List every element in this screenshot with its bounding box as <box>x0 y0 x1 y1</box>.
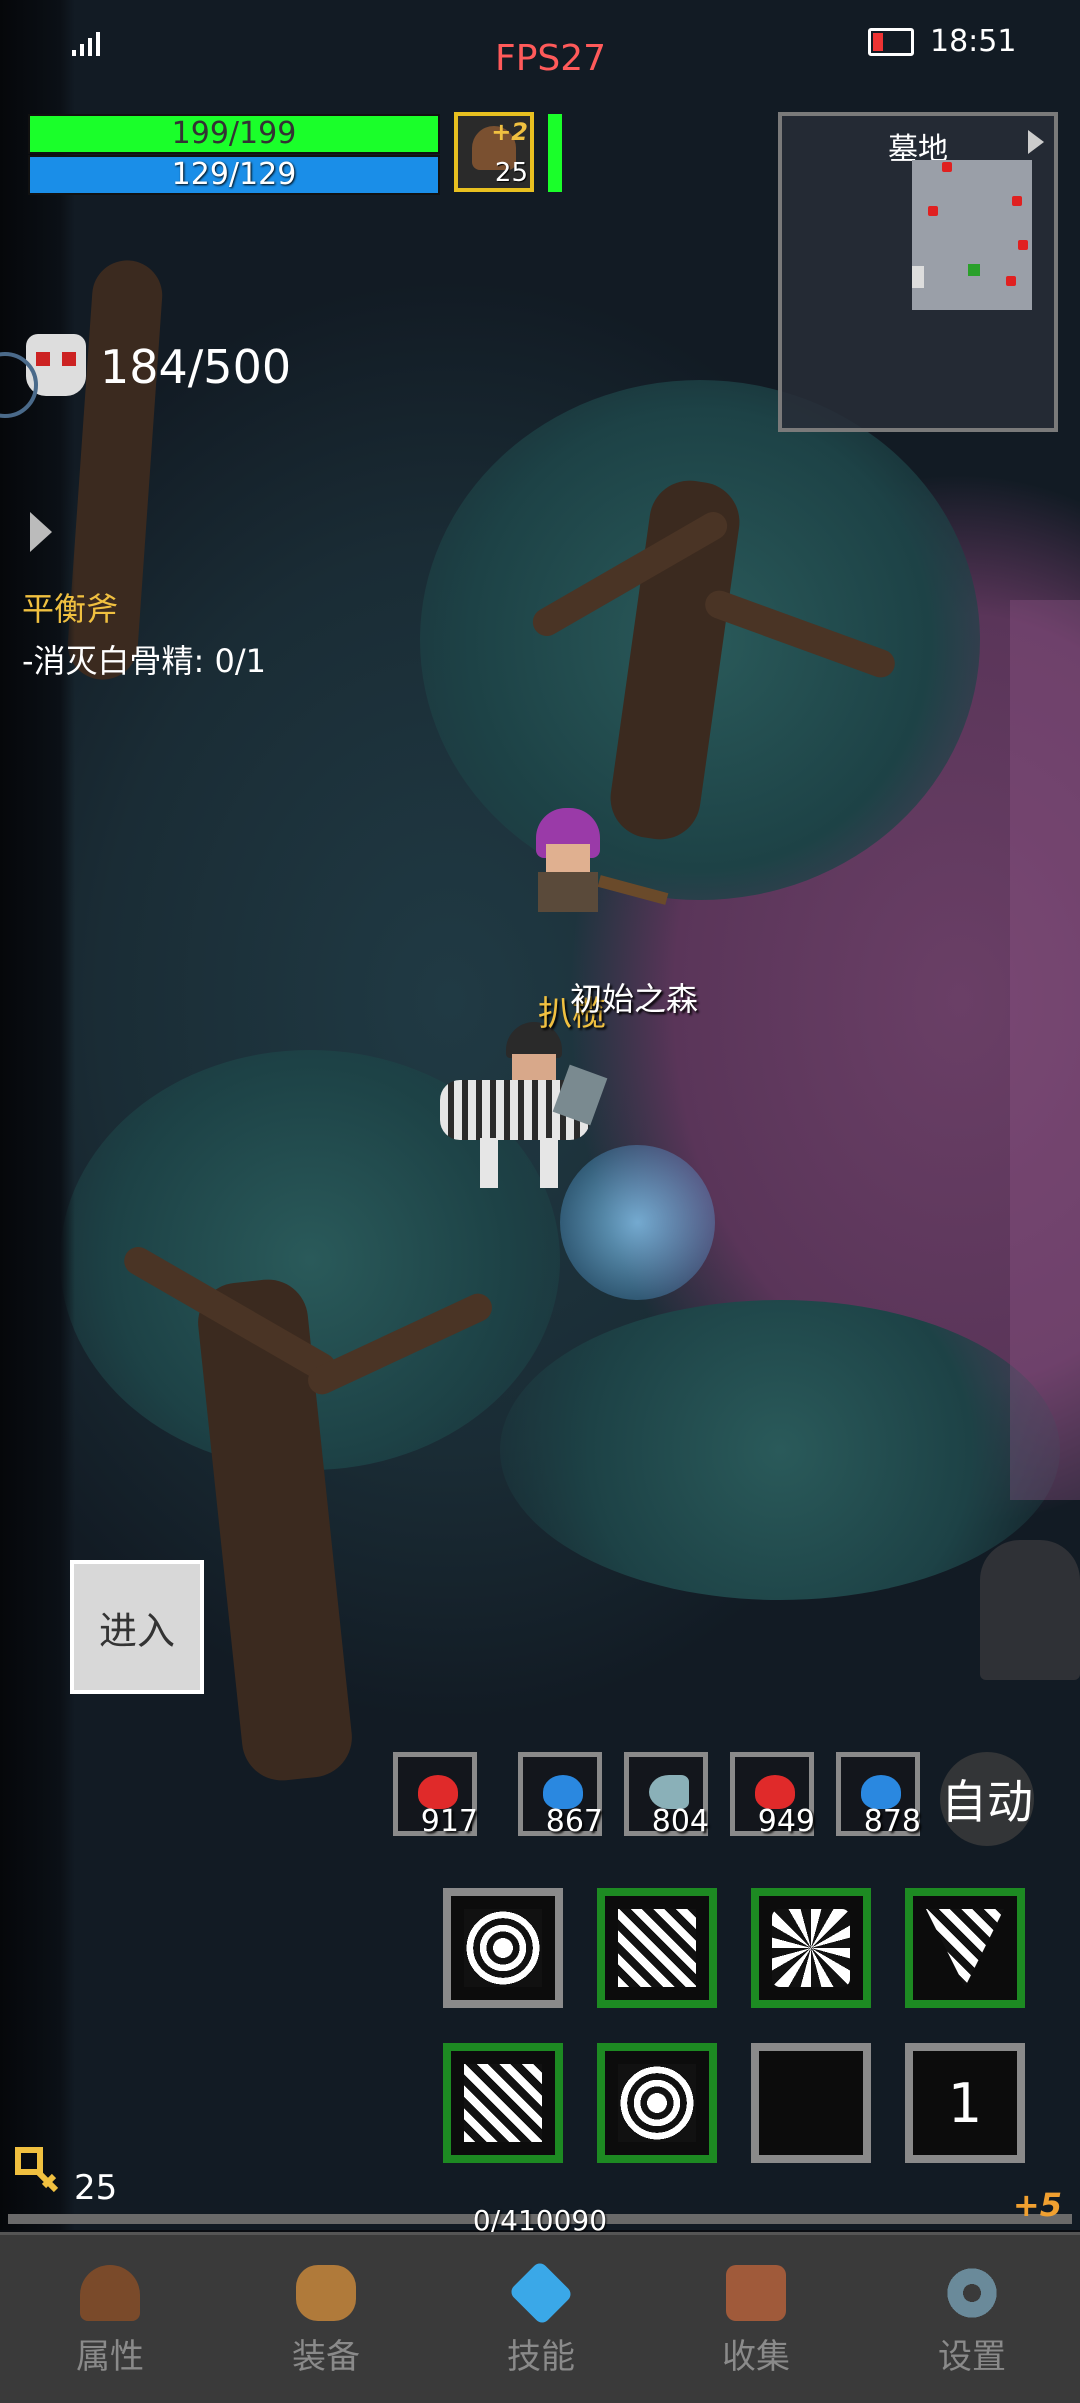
potion-slot-2[interactable]: 867 <box>518 1752 603 1839</box>
skill-slot-1[interactable] <box>443 1888 563 2008</box>
npc-character[interactable] <box>528 808 669 918</box>
skill-icon <box>464 1909 542 1987</box>
stamina-bar <box>548 114 562 192</box>
nav-attributes[interactable]: 属性 <box>2 2235 218 2403</box>
skill-slot-4[interactable] <box>905 1888 1025 2008</box>
clock: 18:51 <box>930 24 1017 59</box>
minimap-expand-icon[interactable] <box>1028 130 1044 154</box>
mp-bar: 129/129 <box>28 155 440 195</box>
zone-label: 初始之森 <box>570 980 699 1018</box>
enter-button-label: 进入 <box>98 1608 175 1653</box>
nav-settings[interactable]: 设置 <box>864 2235 1080 2403</box>
bag-icon <box>296 2265 356 2321</box>
book-icon <box>726 2265 786 2321</box>
battery-icon <box>868 28 914 56</box>
headstone <box>980 1540 1080 1680</box>
nav-skills[interactable]: 技能 <box>433 2235 649 2403</box>
potion-slot-1[interactable]: 917 <box>393 1752 478 1839</box>
nav-label: 设置 <box>938 2337 1006 2377</box>
kill-counter: 184/500 <box>100 340 292 394</box>
skill-icon <box>618 1909 696 1987</box>
auto-button-label: 自动 <box>941 1775 1033 1829</box>
player-portrait[interactable]: +2 25 <box>454 112 534 192</box>
skill-page-number: 1 <box>947 2071 983 2135</box>
nav-collection[interactable]: 收集 <box>648 2235 864 2403</box>
spell-effect <box>560 1145 715 1300</box>
skill-page-button[interactable]: 1 <box>905 2043 1025 2163</box>
skill-slot-2[interactable] <box>597 1888 717 2008</box>
crystal-icon <box>508 2260 574 2326</box>
nav-label: 技能 <box>507 2337 575 2377</box>
potion-count: 949 <box>757 1804 815 1839</box>
potion-slot-4[interactable]: 949 <box>730 1752 815 1839</box>
minimap[interactable]: 墓地 <box>778 112 1058 432</box>
nav-label: 属性 <box>76 2337 144 2377</box>
hp-value: 199/199 <box>171 116 297 151</box>
hp-bar: 199/199 <box>28 114 440 154</box>
player-level: 25 <box>494 158 528 188</box>
skill-icon <box>618 2064 696 2142</box>
bottom-nav: 属性 装备 技能 收集 设置 <box>0 2232 1080 2403</box>
potion-count: 878 <box>863 1804 921 1839</box>
skill-slot-6[interactable] <box>597 2043 717 2163</box>
gear-icon <box>942 2265 1002 2321</box>
skill-icon <box>926 1909 1004 1987</box>
potion-count: 867 <box>545 1804 603 1839</box>
portrait-bonus: +2 <box>491 118 528 146</box>
potion-slot-3[interactable]: 804 <box>624 1752 709 1839</box>
signal-icon <box>70 26 104 60</box>
potion-slot-5[interactable]: 878 <box>836 1752 921 1839</box>
key-icon <box>14 2146 62 2196</box>
nav-equipment[interactable]: 装备 <box>218 2235 434 2403</box>
mp-value: 129/129 <box>171 157 297 192</box>
skill-icon <box>772 1909 850 1987</box>
quest-toggle-icon[interactable] <box>30 512 52 552</box>
quest-title[interactable]: 平衡斧 <box>22 584 118 630</box>
skill-icon <box>464 2064 542 2142</box>
quest-objective: -消灭白骨精: 0/1 <box>22 642 267 680</box>
auto-button[interactable]: 自动 <box>940 1752 1034 1846</box>
enter-button[interactable]: 进入 <box>70 1560 204 1694</box>
skill-slot-5[interactable] <box>443 2043 563 2163</box>
potion-count: 917 <box>420 1804 478 1839</box>
nav-label: 装备 <box>292 2337 360 2377</box>
fps-counter: FPS27 <box>495 38 607 79</box>
exp-bonus: +5 <box>1012 2186 1062 2224</box>
potion-count: 804 <box>651 1804 709 1839</box>
skill-slot-empty[interactable] <box>751 2043 871 2163</box>
skill-slot-3[interactable] <box>751 1888 871 2008</box>
currency-count: 25 <box>74 2168 118 2208</box>
nav-label: 收集 <box>722 2337 790 2377</box>
helmet-icon <box>80 2265 140 2321</box>
